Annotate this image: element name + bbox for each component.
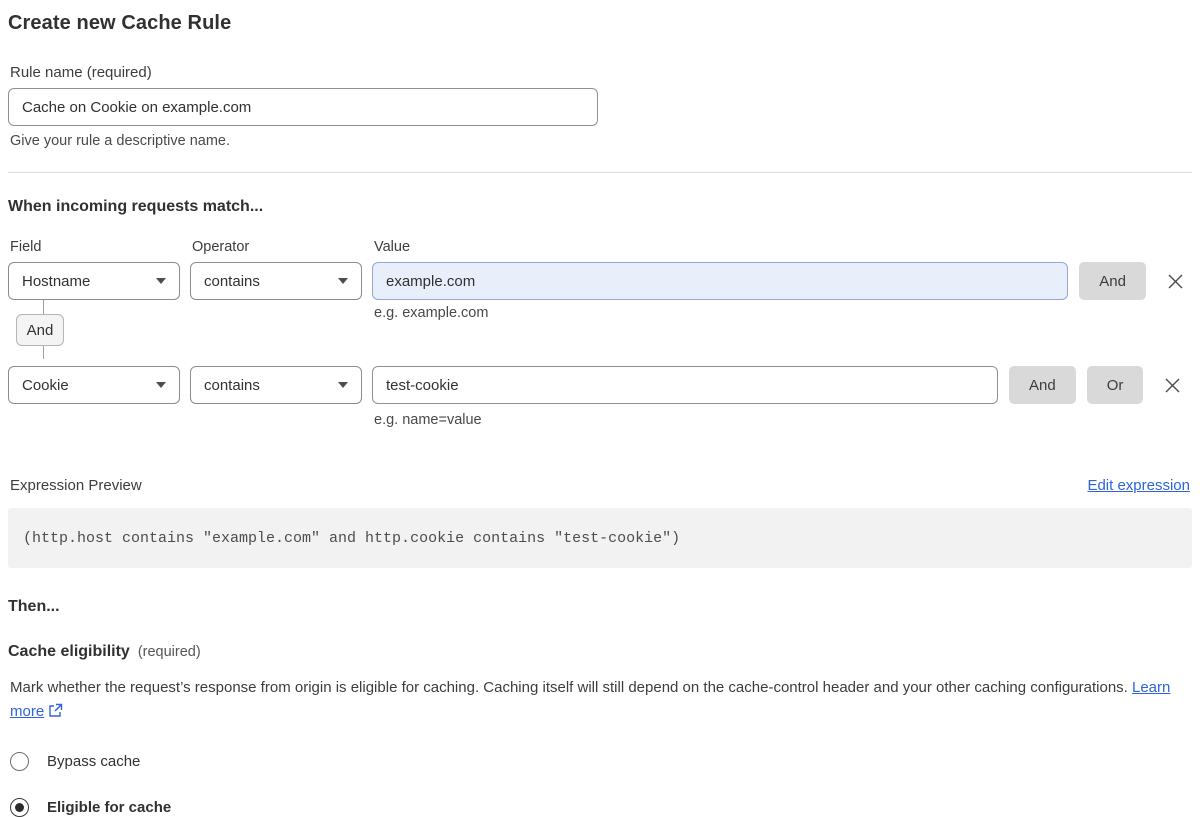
cache-eligibility-heading: Cache eligibility bbox=[8, 643, 130, 661]
cache-eligibility-heading-row: Cache eligibility (required) bbox=[8, 643, 1192, 661]
page-title: Create new Cache Rule bbox=[8, 12, 1192, 35]
condition-row: Cookie contains And Or bbox=[8, 366, 1192, 404]
chevron-down-icon bbox=[338, 382, 348, 388]
expression-preview-code: (http.host contains "example.com" and ht… bbox=[8, 508, 1192, 568]
expression-preview-header: Expression Preview Edit expression bbox=[8, 477, 1192, 494]
match-heading: When incoming requests match... bbox=[8, 198, 1192, 216]
radio-unselected-icon bbox=[10, 752, 29, 771]
operator-select[interactable]: contains bbox=[190, 366, 362, 404]
connector-and-chip[interactable]: And bbox=[16, 314, 64, 346]
add-and-condition-button[interactable]: And bbox=[1009, 366, 1076, 404]
external-link-icon bbox=[48, 702, 63, 726]
value-input[interactable] bbox=[372, 366, 998, 404]
rule-name-label: Rule name (required) bbox=[8, 64, 1192, 81]
description-text: Mark whether the request’s response from… bbox=[10, 679, 1132, 696]
operator-select-value: contains bbox=[204, 377, 260, 394]
value-hint: e.g. example.com bbox=[374, 305, 488, 321]
operator-column-label: Operator bbox=[192, 239, 374, 255]
condition-column-labels: Field Operator Value bbox=[8, 239, 1192, 255]
create-cache-rule-form: Create new Cache Rule Rule name (require… bbox=[0, 0, 1200, 817]
field-select-value: Cookie bbox=[22, 377, 69, 394]
condition-connector-zone: And e.g. example.com bbox=[8, 300, 1192, 359]
expression-preview-label: Expression Preview bbox=[10, 477, 142, 494]
operator-select-value: contains bbox=[204, 273, 260, 290]
remove-condition-button[interactable] bbox=[1162, 375, 1182, 395]
chevron-down-icon bbox=[156, 382, 166, 388]
value-column-label: Value bbox=[374, 239, 410, 255]
value-input[interactable] bbox=[372, 262, 1068, 300]
radio-option-bypass-cache[interactable]: Bypass cache bbox=[8, 752, 1192, 771]
field-select[interactable]: Hostname bbox=[8, 262, 180, 300]
then-heading: Then... bbox=[8, 598, 1192, 616]
add-and-condition-button[interactable]: And bbox=[1079, 262, 1146, 300]
operator-select[interactable]: contains bbox=[190, 262, 362, 300]
required-badge: (required) bbox=[138, 644, 201, 660]
field-select[interactable]: Cookie bbox=[8, 366, 180, 404]
radio-label: Bypass cache bbox=[47, 753, 140, 770]
close-icon bbox=[1167, 273, 1184, 290]
rule-name-input[interactable] bbox=[8, 88, 598, 126]
remove-condition-button[interactable] bbox=[1165, 271, 1185, 291]
section-divider bbox=[8, 172, 1192, 173]
cache-eligibility-description: Mark whether the request’s response from… bbox=[8, 676, 1173, 726]
add-or-condition-button[interactable]: Or bbox=[1087, 366, 1144, 404]
radio-option-eligible-for-cache[interactable]: Eligible for cache bbox=[8, 798, 1192, 817]
chevron-down-icon bbox=[338, 278, 348, 284]
value-hint: e.g. name=value bbox=[374, 412, 1192, 428]
field-column-label: Field bbox=[10, 239, 192, 255]
radio-label: Eligible for cache bbox=[47, 799, 171, 816]
chevron-down-icon bbox=[156, 278, 166, 284]
close-icon bbox=[1164, 377, 1181, 394]
edit-expression-link[interactable]: Edit expression bbox=[1087, 477, 1190, 494]
field-select-value: Hostname bbox=[22, 273, 90, 290]
radio-selected-icon bbox=[10, 798, 29, 817]
condition-row: Hostname contains And bbox=[8, 262, 1192, 300]
rule-name-help: Give your rule a descriptive name. bbox=[8, 133, 1192, 149]
